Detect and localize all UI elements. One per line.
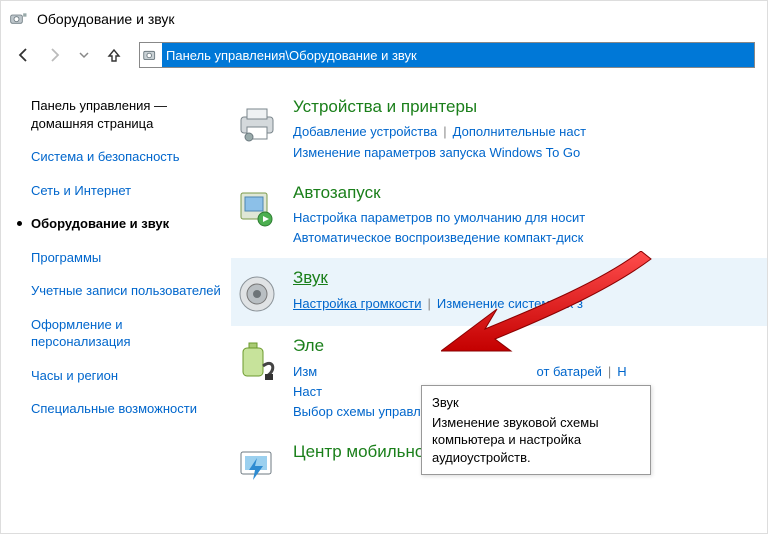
autoplay-icon xyxy=(235,187,279,231)
forward-button[interactable] xyxy=(43,44,65,66)
address-bar[interactable]: Панель управления\Оборудование и звук xyxy=(139,42,755,68)
category-title[interactable]: Автозапуск xyxy=(293,183,759,203)
window-title: Оборудование и звук xyxy=(37,11,175,27)
sidebar-item-network[interactable]: Сеть и Интернет xyxy=(31,182,223,200)
speaker-icon xyxy=(235,272,279,316)
back-button[interactable] xyxy=(13,44,35,66)
sidebar-item-hardware-sound[interactable]: Оборудование и звук xyxy=(31,215,223,233)
category-title-sound[interactable]: Звук xyxy=(293,268,759,288)
sidebar-item-clock-region[interactable]: Часы и регион xyxy=(31,367,223,385)
task-link[interactable]: Добавление устройства xyxy=(293,124,437,139)
task-link[interactable]: Изменение системных з xyxy=(437,296,583,311)
printer-icon xyxy=(235,101,279,145)
category-title[interactable]: Эле xyxy=(293,336,759,356)
category-title[interactable]: Устройства и принтеры xyxy=(293,97,759,117)
tooltip-body: Изменение звуковой схемы компьютера и на… xyxy=(432,414,640,467)
task-link[interactable]: Наст xyxy=(293,384,322,399)
sidebar-item-ease-of-access[interactable]: Специальные возможности xyxy=(31,400,223,418)
sidebar-item-accounts[interactable]: Учетные записи пользователей xyxy=(31,282,223,300)
recent-dropdown[interactable] xyxy=(73,44,95,66)
task-link[interactable]: Дополнительные наст xyxy=(453,124,586,139)
up-button[interactable] xyxy=(103,44,125,66)
category-sound: Звук Настройка громкости|Изменение систе… xyxy=(231,258,767,326)
sidebar: Панель управления — домашняя страница Си… xyxy=(1,77,231,500)
titlebar: Оборудование и звук xyxy=(1,1,767,37)
window-icon xyxy=(9,10,29,28)
task-link[interactable]: Изменение параметров запуска Windows To … xyxy=(293,145,580,160)
category-devices-printers: Устройства и принтеры Добавление устройс… xyxy=(231,87,767,173)
address-path[interactable]: Панель управления\Оборудование и звук xyxy=(162,43,754,67)
sidebar-item-appearance[interactable]: Оформление и персонализация xyxy=(31,316,223,351)
task-link[interactable]: Н xyxy=(617,364,626,379)
category-autoplay: Автозапуск Настройка параметров по умолч… xyxy=(231,173,767,259)
mobility-icon xyxy=(235,446,279,490)
address-icon xyxy=(140,44,162,66)
sidebar-item-system[interactable]: Система и безопасность xyxy=(31,148,223,166)
task-link[interactable]: Автоматическое воспроизведение компакт-д… xyxy=(293,230,583,245)
navigation-bar: Панель управления\Оборудование и звук xyxy=(1,37,767,73)
task-link[interactable]: Настройка параметров по умолчанию для но… xyxy=(293,210,585,225)
content-area: Панель управления — домашняя страница Си… xyxy=(1,77,767,500)
power-icon xyxy=(235,340,279,384)
sidebar-item-programs[interactable]: Программы xyxy=(31,249,223,267)
sidebar-item-home[interactable]: Панель управления — домашняя страница xyxy=(31,97,223,132)
task-link[interactable]: Изм xyxy=(293,364,317,379)
tooltip: Звук Изменение звуковой схемы компьютера… xyxy=(421,385,651,475)
task-link[interactable]: от батарей xyxy=(537,364,602,379)
tooltip-title: Звук xyxy=(432,394,640,412)
task-link[interactable]: Настройка громкости xyxy=(293,296,422,311)
